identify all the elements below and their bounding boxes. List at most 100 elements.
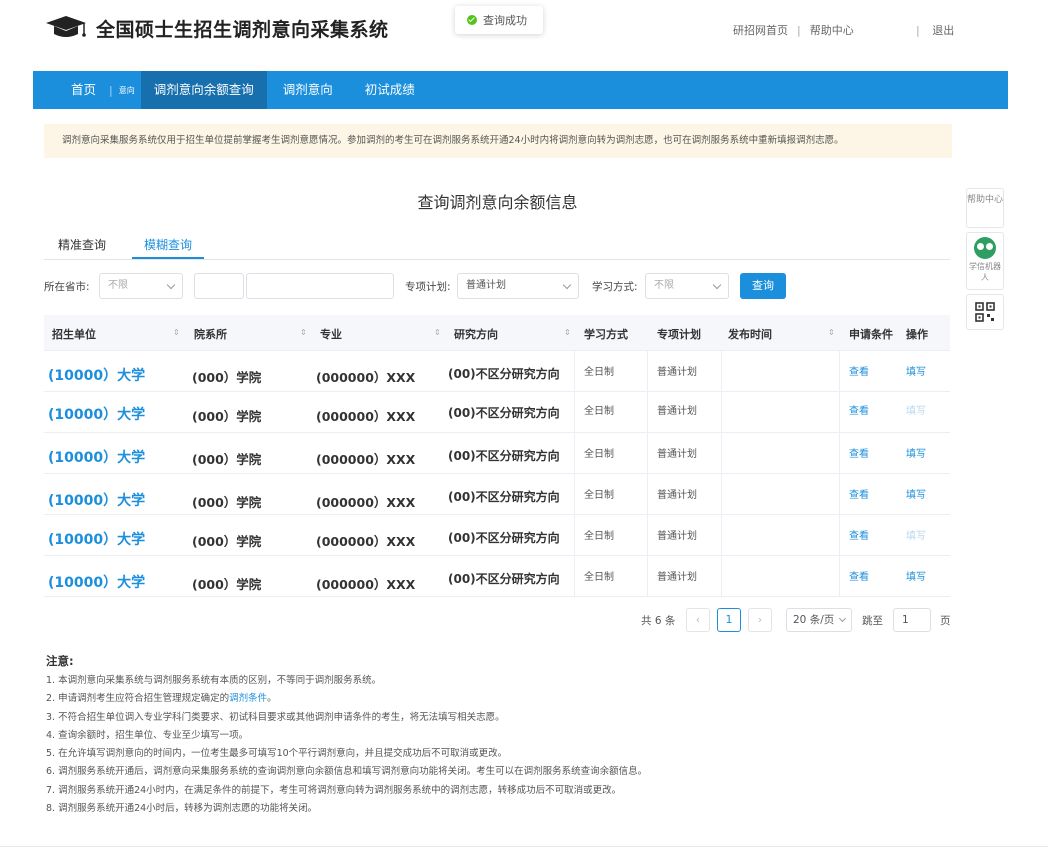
top-links: 研招网首页 | 帮助中心 bbox=[733, 22, 854, 38]
owl-robot-icon bbox=[974, 237, 996, 259]
search-button[interactable]: 查询 bbox=[740, 273, 786, 299]
column-divider bbox=[574, 474, 575, 515]
fill-intent-link[interactable]: 填写 bbox=[906, 402, 926, 417]
view-conditions-link[interactable]: 查看 bbox=[849, 445, 869, 460]
cell-school[interactable]: (10000）大学 bbox=[48, 572, 145, 592]
fill-intent-link[interactable]: 填写 bbox=[906, 568, 926, 583]
nav-adjust-intent[interactable]: 调剂意向 bbox=[267, 71, 349, 109]
province-value: 不限 bbox=[108, 280, 128, 291]
side-float-panel: 帮助中心 学信机器人 bbox=[966, 188, 1004, 330]
page-1-button[interactable]: 1 bbox=[717, 608, 741, 632]
sort-icon[interactable]: ⇕ bbox=[300, 328, 307, 337]
fill-intent-link[interactable]: 填写 bbox=[906, 363, 926, 378]
cell-direction: (00)不区分研究方向 bbox=[448, 406, 560, 420]
logout-area: | 退出 bbox=[916, 22, 954, 38]
cell-mode: 全日制 bbox=[584, 367, 614, 378]
prev-page-button[interactable]: ‹ bbox=[686, 608, 710, 632]
cell-plan: 普通计划 bbox=[657, 531, 697, 542]
chevron-down-icon bbox=[712, 280, 722, 290]
th-school[interactable]: 招生单位 bbox=[52, 326, 96, 342]
logout-link[interactable]: 退出 bbox=[932, 24, 954, 37]
th-conditions: 申请条件 bbox=[849, 328, 893, 341]
next-page-button[interactable]: › bbox=[748, 608, 772, 632]
column-divider bbox=[574, 433, 575, 474]
cell-dept: (000）学院 bbox=[192, 495, 262, 510]
side-qr[interactable] bbox=[966, 294, 1004, 330]
page-size-select[interactable]: 20 条/页 bbox=[786, 608, 852, 632]
cell-major: (000000）XXX bbox=[316, 452, 416, 467]
notes-title: 注意: bbox=[46, 654, 74, 668]
main-nav: 首页 | 意向 调剂意向余额查询 调剂意向 初试成绩 bbox=[33, 71, 1008, 109]
column-divider bbox=[721, 556, 722, 597]
plan-select[interactable]: 普通计划 bbox=[457, 273, 579, 299]
nav-home[interactable]: 首页 bbox=[58, 71, 109, 109]
qr-code-icon bbox=[975, 302, 995, 322]
table-row: (10000）大学 (000）学院 (000000）XXX (00)不区分研究方… bbox=[44, 556, 950, 597]
sort-icon[interactable]: ⇕ bbox=[173, 328, 180, 337]
sort-icon[interactable]: ⇕ bbox=[434, 328, 441, 337]
note-item: 4. 查询余额时，招生单位、专业至少填写一项。 bbox=[46, 729, 249, 741]
column-divider bbox=[721, 351, 722, 392]
cell-school[interactable]: (10000）大学 bbox=[48, 404, 145, 424]
logo[interactable]: 全国硕士生招生调剂意向采集系统 bbox=[44, 14, 389, 42]
keyword-input[interactable] bbox=[246, 273, 394, 299]
cell-mode: 全日制 bbox=[584, 406, 614, 417]
nav-balance-query[interactable]: 调剂意向余额查询 bbox=[140, 71, 267, 109]
column-divider bbox=[574, 515, 575, 556]
sort-icon[interactable]: ⇕ bbox=[828, 328, 835, 337]
table-row: (10000）大学 (000）学院 (000000）XXX (00)不区分研究方… bbox=[44, 474, 950, 515]
fill-intent-link[interactable]: 填写 bbox=[906, 445, 926, 460]
th-dept[interactable]: 院系所 bbox=[194, 326, 227, 342]
note-item: 6. 调剂服务系统开通后，调剂意向采集服务系统的查询调剂意向余额信息和填写调剂意… bbox=[46, 766, 648, 778]
column-divider bbox=[721, 474, 722, 515]
goto-page-input[interactable]: 1 bbox=[893, 608, 931, 632]
cell-dept: (000）学院 bbox=[192, 370, 262, 385]
province-label: 所在省市: bbox=[44, 281, 90, 293]
cell-mode: 全日制 bbox=[584, 449, 614, 460]
th-publish-time[interactable]: 发布时间 bbox=[728, 326, 772, 342]
note-item: 8. 调剂服务系统开通24小时后，转移为调剂志愿的功能将关闭。 bbox=[46, 803, 318, 815]
side-chatbot[interactable]: 学信机器人 bbox=[966, 232, 1004, 290]
province-select[interactable]: 不限 bbox=[99, 273, 183, 299]
nav-intent-mini[interactable]: 意向 bbox=[113, 85, 141, 96]
table-body: (10000）大学 (000）学院 (000000）XXX (00)不区分研究方… bbox=[44, 351, 950, 597]
view-conditions-link[interactable]: 查看 bbox=[849, 486, 869, 501]
pagination: 共 6 条 ‹ 1 › 20 条/页 跳至 1 页 bbox=[0, 607, 1048, 633]
tab-fuzzy-query[interactable]: 模糊查询 bbox=[144, 236, 192, 253]
cell-major: (000000）XXX bbox=[316, 577, 416, 592]
column-divider bbox=[839, 433, 840, 474]
query-tabs: 精准查询 模糊查询 bbox=[44, 234, 950, 260]
cell-school[interactable]: (10000）大学 bbox=[48, 365, 145, 385]
page-unit-label: 页 bbox=[940, 615, 951, 627]
link-yanzhao-home[interactable]: 研招网首页 bbox=[733, 22, 788, 38]
column-divider bbox=[647, 351, 648, 392]
note-item: 1. 本调剂意向采集系统与调剂服务系统有本质的区别，不等同于调剂服务系统。 bbox=[46, 675, 382, 686]
link-help-center[interactable]: 帮助中心 bbox=[810, 22, 854, 38]
column-divider bbox=[574, 392, 575, 433]
cell-school[interactable]: (10000）大学 bbox=[48, 447, 145, 467]
tab-exact-query[interactable]: 精准查询 bbox=[58, 236, 106, 253]
cell-school[interactable]: (10000）大学 bbox=[48, 490, 145, 510]
view-conditions-link[interactable]: 查看 bbox=[849, 402, 869, 417]
fill-intent-link[interactable]: 填写 bbox=[906, 527, 926, 542]
view-conditions-link[interactable]: 查看 bbox=[849, 568, 869, 583]
sort-icon[interactable]: ⇕ bbox=[564, 328, 571, 337]
note-item: 3. 不符合招生单位调入专业学科门类要求、初试科目要求或其他调剂申请条件的考生，… bbox=[46, 711, 505, 723]
mode-select[interactable]: 不限 bbox=[645, 273, 729, 299]
th-actions: 操作 bbox=[906, 328, 928, 341]
view-conditions-link[interactable]: 查看 bbox=[849, 363, 869, 378]
cell-school[interactable]: (10000）大学 bbox=[48, 529, 145, 549]
notes-section: 注意: 1. 本调剂意向采集系统与调剂服务系统有本质的区别，不等同于调剂服务系统… bbox=[46, 653, 966, 818]
side-help-center[interactable]: 帮助中心 bbox=[966, 188, 1004, 228]
keyword-input-left[interactable] bbox=[194, 273, 244, 299]
th-direction[interactable]: 研究方向 bbox=[454, 326, 498, 342]
cell-mode: 全日制 bbox=[584, 572, 614, 583]
table-row: (10000）大学 (000）学院 (000000）XXX (00)不区分研究方… bbox=[44, 392, 950, 433]
fill-intent-link[interactable]: 填写 bbox=[906, 486, 926, 501]
th-major[interactable]: 专业 bbox=[320, 326, 342, 342]
nav-initial-score[interactable]: 初试成绩 bbox=[349, 71, 431, 109]
table-row: (10000）大学 (000）学院 (000000）XXX (00)不区分研究方… bbox=[44, 433, 950, 474]
view-conditions-link[interactable]: 查看 bbox=[849, 527, 869, 542]
adjust-conditions-link[interactable]: 调剂条件 bbox=[229, 693, 267, 704]
cell-direction: (00)不区分研究方向 bbox=[448, 531, 560, 545]
